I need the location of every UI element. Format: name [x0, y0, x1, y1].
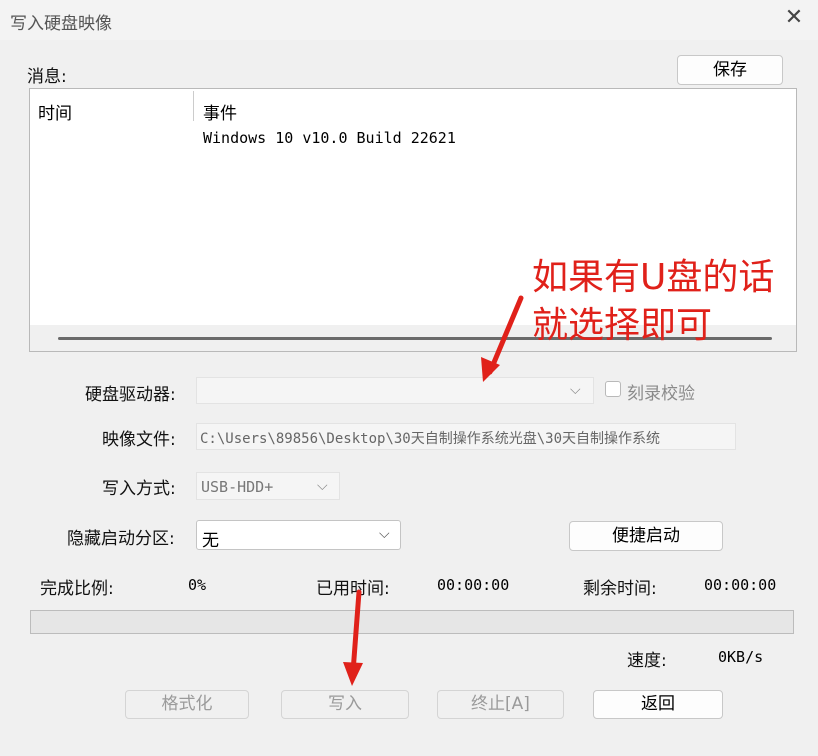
arrow-to-drive-select	[481, 295, 524, 382]
arrow-to-write-button	[343, 589, 363, 686]
annotation-arrows	[343, 295, 524, 686]
